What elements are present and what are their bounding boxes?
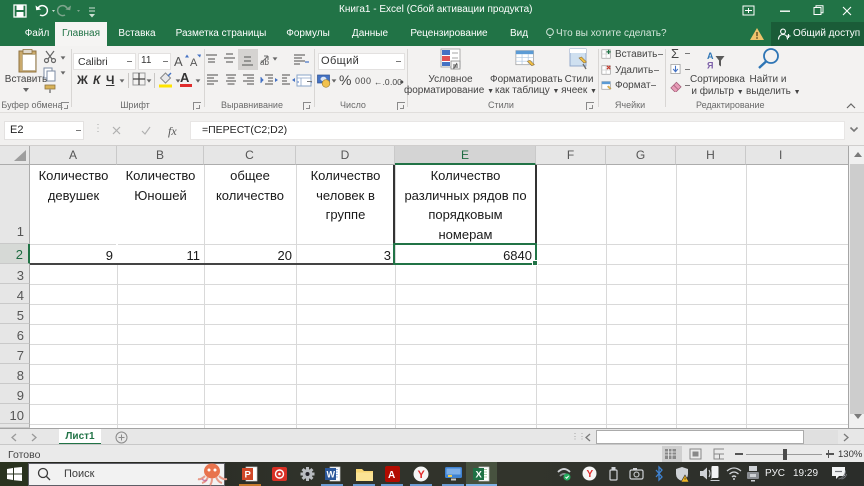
svg-text:W: W [327,470,336,480]
svg-text:X: X [476,470,483,481]
svg-text:Y: Y [418,469,426,481]
svg-text:fx: fx [168,124,177,138]
svg-text:A: A [388,470,395,481]
svg-text:Y: Y [587,469,594,480]
svg-text:←.0: ←.0 [374,77,390,87]
svg-text:А: А [707,51,714,61]
svg-text:P: P [245,470,252,481]
svg-text:ab: ab [260,58,269,67]
svg-text:Я: Я [707,61,713,71]
